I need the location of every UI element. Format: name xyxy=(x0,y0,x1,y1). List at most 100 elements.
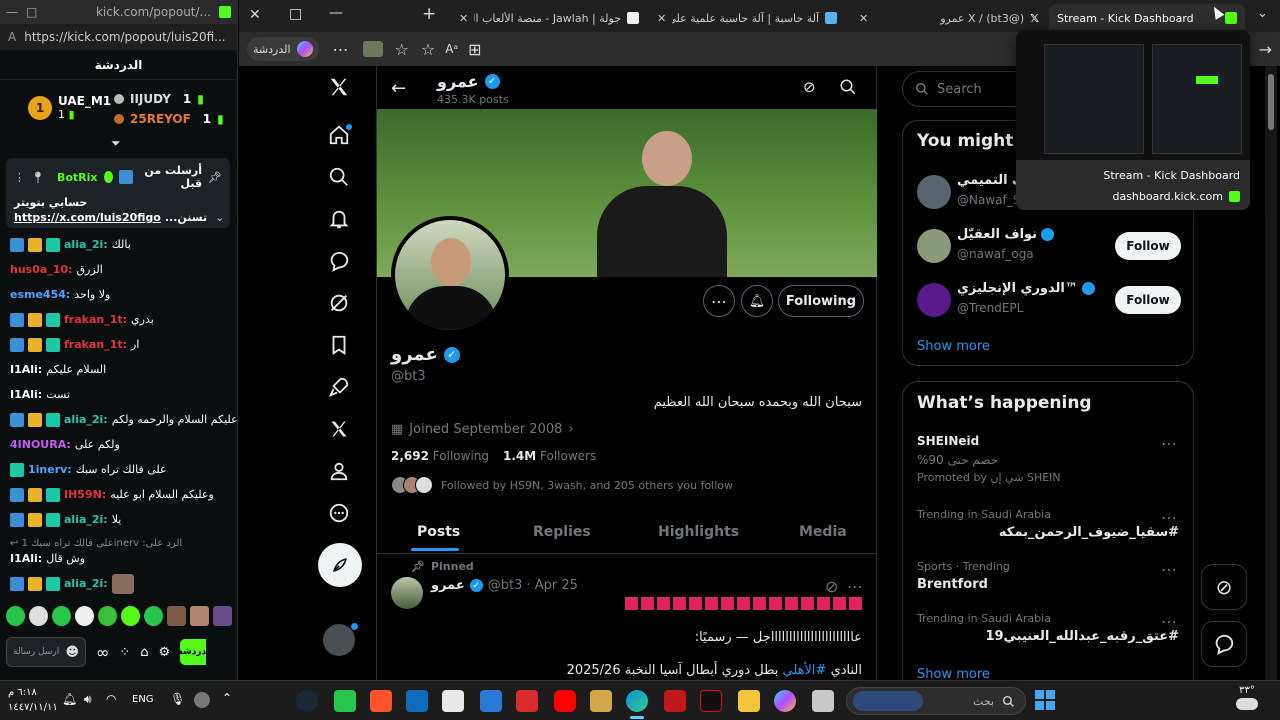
wifi-icon[interactable]: ◠ xyxy=(106,692,116,706)
tab-calculator[interactable]: ✕ آلة حاسبة | آلة حاسبة علمية على الإنتر… xyxy=(649,4,845,32)
leaderboard-third[interactable]: 25REYOF 1 ▮ xyxy=(114,112,224,126)
message-user[interactable]: 1inerv: xyxy=(28,463,72,476)
emote-icon[interactable] xyxy=(6,606,25,626)
emote-icon[interactable] xyxy=(75,606,94,626)
reply-message[interactable]: I1Ali: وش قال xyxy=(0,546,237,571)
followers-stat[interactable]: 1.4M Followers xyxy=(503,449,596,463)
tab-posts[interactable]: Posts xyxy=(417,524,460,540)
premium-x-icon[interactable] xyxy=(326,416,352,442)
follow-button[interactable]: Follow xyxy=(1115,286,1181,314)
clock-date[interactable]: ١٤٤٧/١١/١١ xyxy=(8,700,58,715)
trend-item[interactable]: Trending in Saudi Arabia ⋯ #عتق_رقبه_عبدال… xyxy=(903,612,1193,662)
apps-icon[interactable]: ⊞ xyxy=(468,40,481,59)
minimize-icon[interactable]: — xyxy=(6,5,18,19)
l-app-icon[interactable] xyxy=(516,690,538,712)
chat-message[interactable]: esme454: ولا واحد xyxy=(0,282,237,307)
trend-item[interactable]: Sports · Trending ⋯ Brentford xyxy=(903,560,1193,610)
close-icon[interactable]: ✕ xyxy=(657,12,666,25)
back-arrow-icon[interactable]: ← xyxy=(391,78,406,99)
dots-icon[interactable]: ⁘ xyxy=(119,645,130,660)
x-logo-icon[interactable] xyxy=(326,74,352,100)
xbox-icon[interactable] xyxy=(334,690,356,712)
tray-chevron-icon[interactable]: ⌃ xyxy=(222,691,232,705)
kick-address-bar[interactable]: A https://kick.com/popout/luis20fi... xyxy=(0,24,237,50)
app-window-icon[interactable] xyxy=(812,690,834,712)
maximize-icon[interactable]: □ xyxy=(289,6,302,22)
emote-icon[interactable] xyxy=(29,606,48,626)
emote-icon[interactable] xyxy=(190,606,209,626)
close-icon[interactable]: ✕ xyxy=(459,12,468,25)
message-user[interactable]: frakan_1t: xyxy=(64,313,127,326)
show-more-link[interactable]: Show more xyxy=(917,339,990,354)
wtf-item[interactable]: الدوري الإنجليزي™ @TrendEPL Follow xyxy=(903,277,1193,327)
last-message[interactable]: alia_2i: xyxy=(0,571,237,596)
mcafee-icon[interactable] xyxy=(664,690,686,712)
kick-address-text[interactable]: https://kick.com/popout/luis20fi... xyxy=(24,30,225,44)
mail-icon[interactable] xyxy=(480,690,502,712)
subscribe-notify-button[interactable]: 🔔︎ xyxy=(741,285,773,317)
close-icon[interactable]: ✕ xyxy=(859,12,868,25)
add-favorite-icon[interactable]: ☆ xyxy=(421,40,435,59)
trend-item[interactable]: SHEINeid ⋯ خصم حتى 90% Promoted by شي إن SH… xyxy=(903,434,1193,484)
file-explorer-icon[interactable] xyxy=(738,690,760,712)
chat-message[interactable]: alia_2i: وعليكم السلام والرحمه ولكم xyxy=(0,407,237,432)
profile-button[interactable]: الدردشة xyxy=(247,37,319,61)
emote-icon[interactable] xyxy=(52,606,71,626)
message-user[interactable]: I1Ali: xyxy=(10,363,42,376)
tab-media[interactable]: Media xyxy=(799,524,847,540)
app-icon[interactable] xyxy=(442,690,464,712)
tab-jawlah[interactable]: ✕ جولة | Jawlah - منصة الألعاب التفاعلية xyxy=(451,4,647,32)
tab-x-profile[interactable]: ✕ X / (bt3@) عمرو 𝕏 xyxy=(851,4,1047,32)
trend-item[interactable]: Trending in Saudi Arabia ⋯ #سقيا_ضيوف_الرح… xyxy=(903,508,1193,558)
chat-message[interactable]: I1Ali: السلام عليكم xyxy=(0,357,237,382)
wtf-avatar[interactable] xyxy=(917,175,951,209)
notes-icon[interactable] xyxy=(590,690,612,712)
language-indicator[interactable]: ENG xyxy=(132,694,154,705)
grok-post-icon[interactable]: ⊘ xyxy=(825,577,838,596)
extension-icon[interactable] xyxy=(362,41,383,57)
chat-message[interactable]: hus0a_10: الزرق xyxy=(0,257,237,282)
more-circle-icon[interactable] xyxy=(326,500,352,526)
leaderboard-first[interactable]: 1 UAE_M1 1 ▮ xyxy=(28,94,111,122)
chevron-right-icon[interactable]: › xyxy=(568,422,573,437)
home-icon[interactable] xyxy=(326,122,352,148)
more-icon[interactable]: ⋮ xyxy=(14,171,25,184)
close-window-icon[interactable]: ✕ xyxy=(249,7,261,23)
message-user[interactable]: IH59N: xyxy=(64,488,106,501)
tab-list-chevron-icon[interactable]: ⌄ xyxy=(1257,6,1268,21)
compose-post-button[interactable] xyxy=(318,543,362,587)
grok-icon[interactable] xyxy=(326,290,352,316)
post-author[interactable]: عمرو xyxy=(431,578,465,593)
grok-floating-button[interactable]: ⊘ xyxy=(1201,564,1247,610)
messages-floating-button[interactable] xyxy=(1201,621,1247,667)
forward-arrow-icon[interactable]: → xyxy=(1259,40,1272,59)
profile-icon[interactable] xyxy=(326,458,352,484)
wtf-item[interactable]: نواف العقيّل @nawaf_oga Follow xyxy=(903,223,1193,273)
chat-message[interactable]: alia_2i: بالك xyxy=(0,232,237,257)
messages-icon[interactable] xyxy=(326,248,352,274)
emote-icon[interactable] xyxy=(98,606,117,626)
profile-avatar[interactable] xyxy=(391,216,509,334)
emote-icon[interactable] xyxy=(213,606,232,626)
show-more-trends[interactable]: Show more xyxy=(917,667,990,680)
message-user[interactable]: esme454: xyxy=(10,288,70,301)
expand-chevron-icon[interactable]: ⌄ xyxy=(215,211,224,224)
message-user[interactable]: hus0a_10: xyxy=(10,263,73,276)
pin-toggle-icon[interactable]: 📍︎ xyxy=(31,171,45,184)
more-tools-icon[interactable]: ⋯ xyxy=(333,40,349,59)
restore-icon[interactable]: □ xyxy=(26,5,37,19)
follow-button[interactable]: Follow xyxy=(1115,232,1181,260)
infinity-icon[interactable]: ∞ xyxy=(96,643,109,662)
new-tab-icon[interactable]: + xyxy=(422,4,436,24)
chat-message[interactable]: 4INOURA: ولكم على xyxy=(0,432,237,457)
chat-input[interactable]: ارسل رسالة ☻ xyxy=(6,637,86,667)
notifications-icon[interactable] xyxy=(326,206,352,232)
grok-header-icon[interactable]: ⊘ xyxy=(803,78,816,96)
message-user[interactable]: 4INOURA: xyxy=(10,438,71,451)
message-user[interactable]: I1Ali: xyxy=(10,552,42,565)
more-options-button[interactable]: ⋯ xyxy=(703,285,735,317)
clock-time[interactable]: ٦:١٨ م xyxy=(8,685,58,700)
bookmarks-icon[interactable] xyxy=(326,332,352,358)
chat-message[interactable]: IH59N: وعليكم السلام ابو عليه xyxy=(0,482,237,507)
scrollbar[interactable] xyxy=(1265,66,1277,680)
